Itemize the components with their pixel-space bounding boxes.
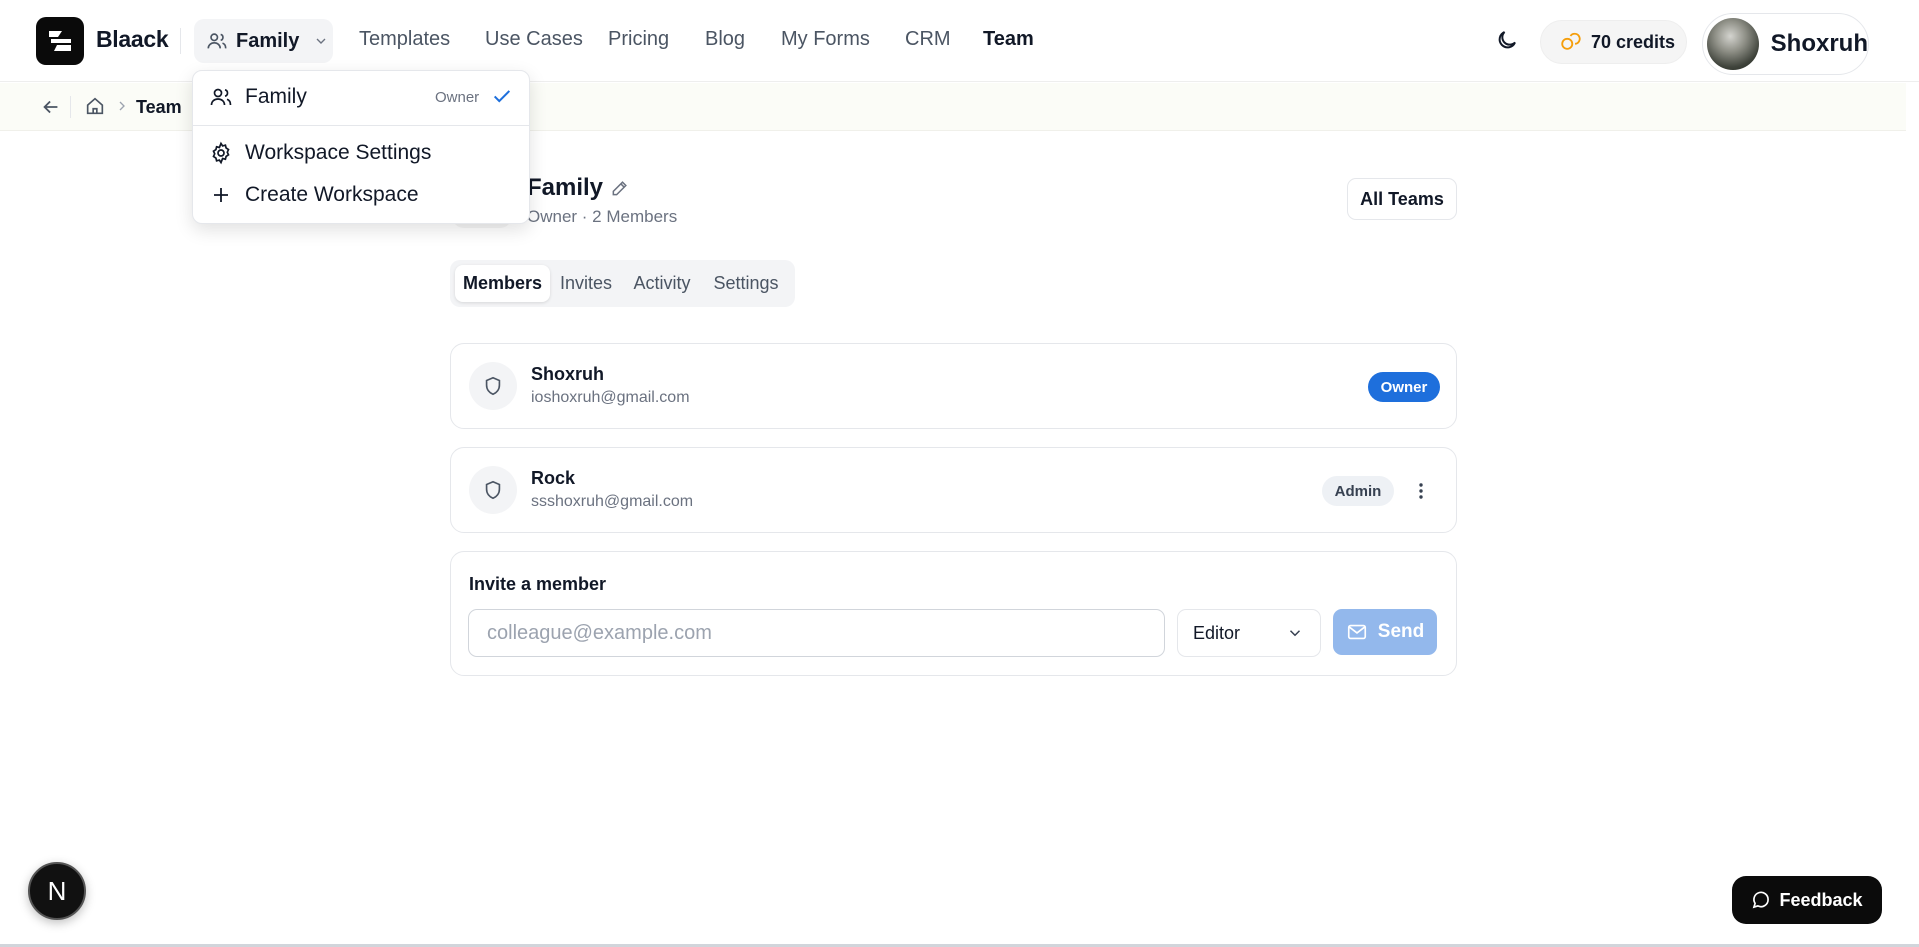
shield-icon [485,480,501,500]
invite-card: Invite a member Editor Send [450,551,1457,676]
users-icon [210,88,232,106]
shield-icon [485,376,501,396]
breadcrumb-current: Team [136,97,182,117]
nav-team[interactable]: Team [983,28,1034,51]
invite-role-value: Editor [1193,622,1241,643]
breadcrumb-divider [70,96,71,118]
chevron-right-icon [119,101,125,111]
users-icon [207,33,227,49]
menu-divider [193,125,529,126]
coins-icon [1561,32,1581,50]
invite-email-input[interactable] [468,609,1165,657]
moon-icon [1498,31,1516,49]
nav-pricing[interactable]: Pricing [608,28,669,51]
message-circle-icon [1753,891,1770,909]
member-card: Shoxruh ioshoxruh@gmail.com Owner [450,343,1457,429]
next-dev-tools-button[interactable]: N [28,862,86,920]
send-invite-button[interactable]: Send [1333,609,1437,655]
avatar [1707,18,1759,70]
workspace-menu-item-family[interactable]: Family [209,85,307,109]
workspace-settings-item[interactable]: Workspace Settings [209,141,431,165]
home-icon[interactable] [84,95,106,117]
mail-icon [1347,624,1366,640]
send-invite-label: Send [1377,621,1425,642]
more-vertical-icon [1419,483,1423,499]
workspace-switcher-button[interactable]: Family [194,19,333,63]
workspace-switcher-label: Family [236,29,300,52]
nav-my-forms[interactable]: My Forms [781,28,870,51]
check-icon [493,90,511,103]
back-arrow-icon[interactable] [40,96,62,118]
plus-icon [214,188,228,202]
nav-blog[interactable]: Blog [705,28,745,51]
team-meta: Owner · 2 Members [527,207,678,226]
create-workspace-label: Create Workspace [245,183,419,206]
logo-mark-icon [49,31,71,51]
feedback-label: Feedback [1779,889,1863,910]
member-card: Rock ssshoxruh@gmail.com Admin [450,447,1457,533]
nav-templates[interactable]: Templates [359,28,450,51]
profile-name: Shoxruh [1770,30,1868,57]
member-name: Rock [531,468,576,488]
member-email: ssshoxruh@gmail.com [531,493,694,510]
chevron-down-icon [1289,630,1301,637]
header-divider [180,28,181,54]
all-teams-button[interactable]: All Teams [1347,178,1457,220]
role-badge-admin[interactable]: Admin [1322,476,1394,506]
member-name: Shoxruh [531,364,605,384]
credits-badge[interactable]: 70 credits [1540,20,1687,64]
workspace-settings-label: Workspace Settings [245,141,432,164]
chevron-down-icon [316,38,326,44]
tab-members[interactable]: Members [455,265,550,302]
workspace-menu: Family Owner Workspace Settings Create W… [192,70,530,224]
role-badge-owner: Owner [1368,372,1440,402]
app-logo[interactable] [36,17,84,65]
tab-settings[interactable]: Settings [704,265,788,302]
pencil-icon[interactable] [610,178,630,198]
invite-title: Invite a member [469,574,607,594]
team-tabs: Members Invites Activity Settings [450,260,795,307]
member-email: ioshoxruh@gmail.com [531,389,690,406]
tab-activity[interactable]: Activity [622,265,702,302]
app-name[interactable]: Blaack [96,26,169,53]
workspace-role-label: Owner [435,89,480,106]
profile-button[interactable]: Shoxruh [1702,13,1869,75]
tab-invites[interactable]: Invites [552,265,620,302]
invite-role-select[interactable]: Editor [1177,609,1321,657]
create-workspace-item[interactable]: Create Workspace [209,183,419,207]
member-actions-button[interactable] [1411,479,1431,503]
member-role-icon [469,362,517,410]
nav-use-cases[interactable]: Use Cases [485,28,583,51]
nav-crm[interactable]: CRM [905,28,951,51]
feedback-button[interactable]: Feedback [1732,876,1882,924]
team-name: Family [527,174,604,201]
gear-icon [212,141,230,165]
member-role-icon [469,466,517,514]
next-dev-tools-label: N [47,875,67,906]
theme-toggle-button[interactable] [1493,26,1521,54]
credits-label: 70 credits [1591,31,1676,52]
workspace-menu-item-label: Family [245,85,307,108]
